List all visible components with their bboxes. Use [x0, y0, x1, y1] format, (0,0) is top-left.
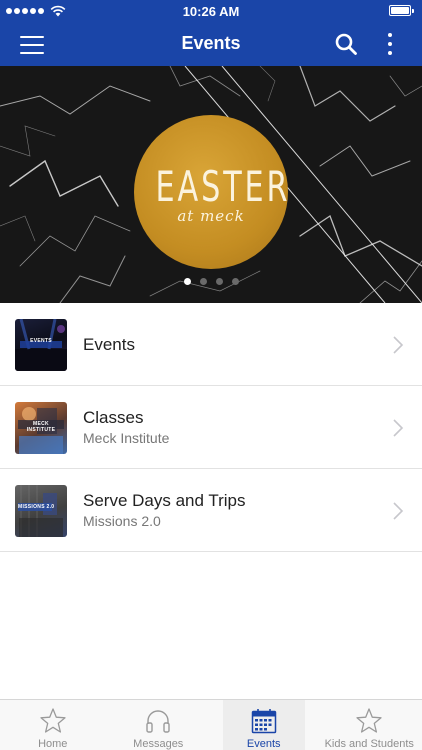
- tab-label: Home: [38, 738, 68, 750]
- pager-dot[interactable]: [183, 278, 191, 285]
- serve-days-thumbnail: MISSIONS 2.0: [15, 485, 67, 537]
- tab-events[interactable]: Events: [211, 700, 317, 750]
- classes-thumbnail: MECK INSTITUTE: [15, 402, 67, 454]
- carousel-pager: [0, 278, 422, 285]
- chevron-right-icon: [393, 502, 404, 520]
- list-item-title: Events: [83, 335, 135, 354]
- list-item-subtitle: Missions 2.0: [83, 513, 161, 529]
- tab-kids-and-students[interactable]: Kids and Students: [317, 700, 422, 750]
- thumbnail-label: MECK INSTITUTE: [26, 421, 56, 433]
- list-item-title: Serve Days and Trips: [83, 491, 246, 510]
- search-icon[interactable]: [334, 32, 358, 56]
- hero-subtitle: at meck: [177, 207, 245, 225]
- list-item-subtitle: Meck Institute: [83, 430, 170, 446]
- tab-label: Messages: [133, 738, 184, 750]
- tab-home[interactable]: Home: [0, 700, 106, 750]
- nav-bar: Events: [0, 22, 422, 66]
- headphones-icon: [146, 710, 170, 733]
- tab-messages[interactable]: Messages: [106, 700, 212, 750]
- list-item-serve-days[interactable]: MISSIONS 2.0 Serve Days and Trips Missio…: [0, 469, 422, 552]
- pager-dot[interactable]: [231, 278, 239, 285]
- status-bar: 10:26 AM: [0, 0, 422, 22]
- pager-dot[interactable]: [215, 278, 223, 285]
- calendar-icon: [251, 709, 276, 734]
- battery-icon: [389, 5, 414, 16]
- list-item-classes[interactable]: MECK INSTITUTE Classes Meck Institute: [0, 386, 422, 469]
- hero-banner[interactable]: EASTER at meck: [0, 66, 422, 303]
- tab-label: Events: [246, 738, 281, 750]
- events-list: EVENTS Events MECK INSTITUTE Classes Mec…: [0, 303, 422, 552]
- pager-dot[interactable]: [199, 278, 207, 285]
- status-time: 10:26 AM: [182, 4, 240, 19]
- star-icon: [356, 708, 382, 733]
- thumbnail-label: MISSIONS 2.0: [18, 504, 55, 510]
- thumbnail-label: EVENTS: [30, 338, 52, 344]
- list-item-events[interactable]: EVENTS Events: [0, 303, 422, 386]
- list-item-title: Classes: [83, 408, 144, 427]
- chevron-right-icon: [393, 419, 404, 437]
- star-icon: [40, 708, 66, 733]
- events-thumbnail: EVENTS: [15, 319, 67, 371]
- tab-label: Kids and Students: [324, 738, 414, 750]
- chevron-right-icon: [393, 336, 404, 354]
- hero-title: EASTER: [155, 162, 291, 211]
- tab-bar: Home Messages Events Kids and Students: [0, 699, 422, 750]
- page-title: Events: [181, 33, 241, 53]
- more-vertical-icon[interactable]: [380, 31, 400, 57]
